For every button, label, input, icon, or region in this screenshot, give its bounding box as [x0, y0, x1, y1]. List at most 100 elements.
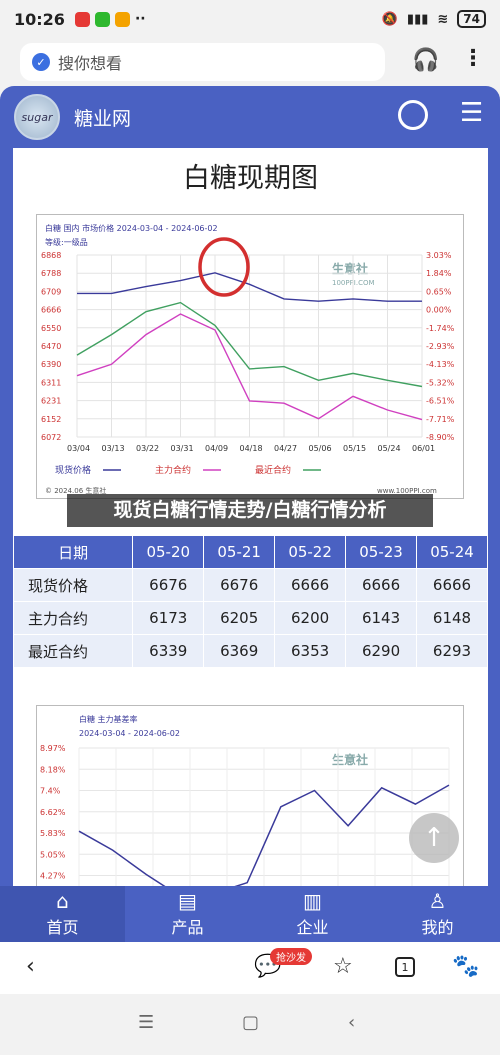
back-icon[interactable]: ‹: [26, 954, 35, 979]
paw-icon[interactable]: 🐾: [452, 954, 479, 979]
nav-home[interactable]: ⌂ 首页: [0, 886, 125, 942]
y2-tick-label: -7.71%: [426, 415, 455, 424]
table-cell: 6666: [274, 568, 347, 602]
row-label: 现货价格: [13, 568, 134, 602]
y2-tick-label: 0.65%: [426, 287, 452, 296]
system-nav-bar: ☰ ▢ ‹: [0, 994, 500, 1055]
x-tick-label: 05/15: [343, 444, 366, 453]
table-header: 05-21: [203, 535, 276, 569]
table-cell: 6339: [132, 634, 205, 668]
more-menu-icon[interactable]: ⋮: [462, 46, 484, 71]
highlight-circle: [198, 237, 250, 297]
y-tick-label: 5.83%: [40, 829, 66, 838]
tabs-count: 1: [395, 957, 415, 977]
tabs-button[interactable]: 1: [395, 957, 415, 977]
y2-tick-label: -1.74%: [426, 324, 455, 333]
search-input[interactable]: ✓ 搜你想看: [20, 43, 385, 81]
browser-nav-bar: ‹ 💬 ☆ 1 🐾: [0, 942, 500, 994]
table-header: 05-20: [132, 535, 205, 569]
site-header: sugar 糖业网 ☰: [0, 86, 500, 148]
nav-label: 企业: [296, 918, 329, 937]
table-cell: 6369: [203, 634, 276, 668]
home-button-icon[interactable]: ▢: [242, 1012, 259, 1033]
legend-label: 现货价格: [55, 464, 91, 476]
y-tick-label: 6470: [41, 342, 61, 351]
price-table: 日期 05-20 05-21 05-22 05-23 05-24 现货价格 66…: [13, 535, 488, 668]
chart2-range: 2024-03-04 - 2024-06-02: [79, 729, 180, 738]
chart2-ticks: 8.97%8.18%7.4%6.62%5.83%5.05%4.27%3.48%: [40, 744, 66, 881]
x-tick-label: 04/18: [240, 444, 263, 453]
table-row: 现货价格 6676 6676 6666 6666 6666: [13, 568, 488, 602]
table-header: 日期: [13, 535, 134, 569]
nav-companies[interactable]: ▥ 企业: [250, 886, 375, 942]
home-icon: ⌂: [56, 889, 69, 913]
table-cell: 6293: [416, 634, 488, 668]
x-tick-label: 04/27: [274, 444, 297, 453]
chart1-legend: 现货价格 主力合约 最近合约: [55, 464, 321, 476]
table-cell: 6353: [274, 634, 347, 668]
user-icon: ♙: [428, 889, 447, 913]
legend-label: 最近合约: [255, 464, 291, 476]
chart1-ticks: 03/04 03/13 03/22 03/31 04/09 04/18 04/27 05/06…: [41, 251, 455, 453]
row-label: 主力合约: [13, 601, 134, 635]
bottom-nav: ⌂ 首页 ▤ 产品 ▥ 企业 ♙ 我的: [0, 886, 500, 942]
y-tick-label: 5.05%: [40, 850, 66, 859]
y-tick-label: 4.27%: [40, 872, 66, 881]
x-tick-label: 03/04: [67, 444, 90, 453]
y-tick-label: 6231: [41, 397, 61, 406]
y-tick-label: 6311: [41, 378, 61, 387]
legend-label: 主力合约: [155, 464, 191, 476]
x-tick-label: 03/13: [102, 444, 125, 453]
nav-profile[interactable]: ♙ 我的: [375, 886, 500, 942]
scroll-to-top-button[interactable]: ↑: [409, 813, 459, 863]
table-header: 05-23: [345, 535, 417, 569]
refresh-icon[interactable]: [398, 100, 428, 130]
y-tick-label: 6550: [41, 324, 61, 333]
y2-tick-label: -8.90%: [426, 433, 455, 442]
x-tick-label: 05/06: [309, 444, 332, 453]
recent-apps-icon[interactable]: ☰: [138, 1012, 154, 1033]
nav-products[interactable]: ▤ 产品: [125, 886, 250, 942]
browser-toolbar: ✓ 搜你想看 🎧 ⋮: [0, 38, 500, 86]
table-cell: 6290: [345, 634, 417, 668]
page-title: 白糖现期图: [183, 163, 318, 194]
y-tick-label: 6072: [41, 433, 61, 442]
table-header: 05-24: [416, 535, 488, 569]
y2-tick-label: 3.03%: [426, 251, 452, 260]
site-logo[interactable]: sugar: [14, 94, 60, 140]
logo-text: sugar: [21, 110, 53, 124]
battery-icon: 74: [457, 10, 486, 28]
table-header-row: 日期 05-20 05-21 05-22 05-23 05-24: [13, 535, 488, 569]
y2-tick-label: -4.13%: [426, 360, 455, 369]
nav-label: 产品: [171, 918, 204, 937]
building-icon: ▥: [303, 889, 322, 913]
x-tick-label: 06/01: [412, 444, 435, 453]
y2-tick-label: 1.84%: [426, 269, 452, 278]
hamburger-menu-icon[interactable]: ☰: [460, 100, 483, 126]
nav-label: 我的: [421, 918, 454, 937]
y2-tick-label: 0.00%: [426, 306, 452, 315]
y-tick-label: 8.18%: [40, 765, 66, 774]
more-dots-icon: ··: [134, 11, 146, 27]
price-chart-svg: 白糖 国内 市场价格 2024-03-04 - 2024-06-02 等级:一级…: [41, 223, 455, 495]
headphones-icon[interactable]: 🎧: [412, 48, 439, 73]
article-title-overlay[interactable]: 现货白糖行情走势/白糖行情分析: [67, 494, 433, 527]
price-chart: 白糖 国内 市场价格 2024-03-04 - 2024-06-02 等级:一级…: [36, 214, 464, 499]
watermark-text: 生意社: [332, 752, 368, 767]
y2-tick-label: -6.51%: [426, 397, 455, 406]
y-tick-label: 6.62%: [40, 808, 66, 817]
table-cell: 6666: [416, 568, 488, 602]
table-cell: 6666: [345, 568, 417, 602]
star-icon[interactable]: ☆: [333, 954, 353, 979]
table-cell: 6148: [416, 601, 488, 635]
y-tick-label: 6868: [41, 251, 61, 260]
y-tick-label: 6390: [41, 360, 61, 369]
search-placeholder: 搜你想看: [58, 54, 123, 73]
table-cell: 6205: [203, 601, 276, 635]
system-back-icon[interactable]: ‹: [348, 1012, 355, 1033]
chart2-header: 白糖 主力基差率: [79, 714, 138, 724]
signal-icon: ▮▮▮: [406, 11, 429, 27]
table-row: 主力合约 6173 6205 6200 6143 6148: [13, 601, 488, 635]
y-tick-label: 6709: [41, 287, 61, 296]
x-tick-label: 04/09: [205, 444, 228, 453]
